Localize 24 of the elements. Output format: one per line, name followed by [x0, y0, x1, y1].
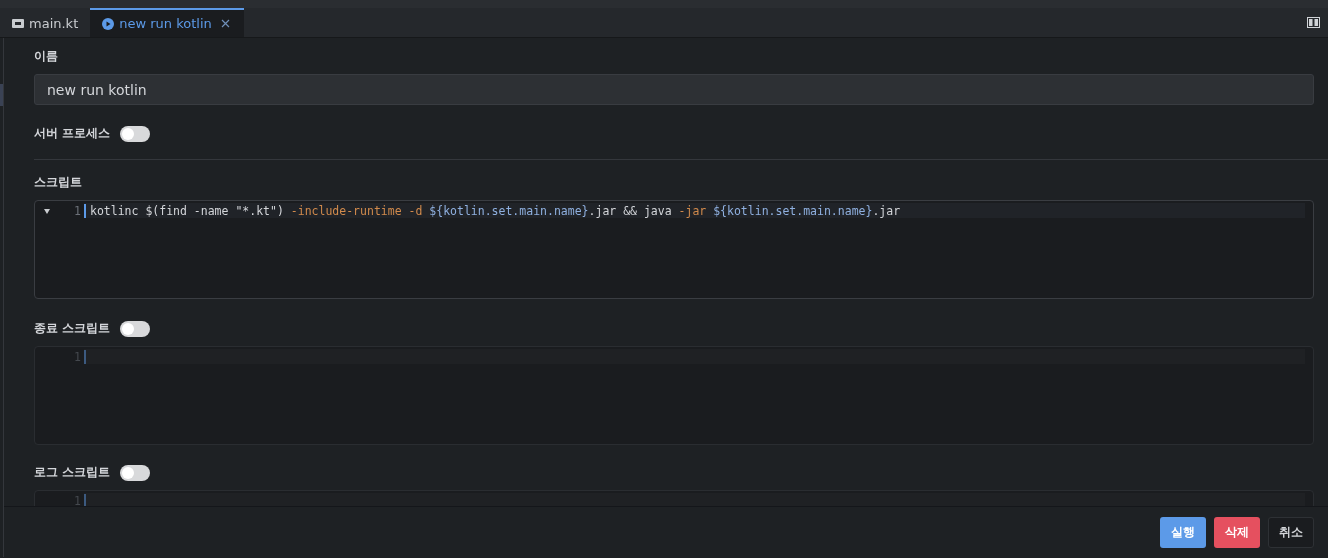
field-label: 로그 스크립트	[34, 464, 111, 481]
action-button[interactable]: 삭제	[1214, 516, 1260, 548]
action-button[interactable]: 취소	[1268, 516, 1314, 548]
toggle-switch[interactable]	[120, 320, 151, 337]
field-label: 스크립트	[34, 174, 83, 191]
text-cursor	[84, 203, 86, 218]
field-label: 이름	[34, 48, 59, 65]
split-view-icon[interactable]	[1307, 17, 1320, 28]
text-cursor	[84, 349, 86, 364]
toggle-switch[interactable]	[120, 464, 151, 481]
code-editor[interactable]: 1 kotlinc $(find -name "*.kt") -include-runtime -d ${kotlin.set.main.name}.jar && java -jar ${kotlin.set.main.name}.jar	[34, 200, 1314, 299]
close-icon[interactable]	[220, 19, 230, 28]
tab[interactable]: new run kotlin	[90, 8, 244, 37]
field-label: 서버 프로세스	[34, 125, 111, 142]
name-field[interactable]: new run kotlin	[34, 74, 1314, 105]
tab[interactable]: main.kt	[0, 8, 91, 37]
fold-icon[interactable]	[44, 208, 50, 214]
text-cursor	[84, 493, 86, 506]
code-line: kotlinc $(find -name "*.kt") -include-runtime -d ${kotlin.set.main.name}.jar && java -jar ${kotlin.set.main.name}.jar	[90, 203, 901, 218]
play-icon	[102, 17, 115, 30]
toggle-switch[interactable]	[120, 125, 151, 142]
file-icon	[12, 19, 24, 28]
line-number: 1	[73, 203, 82, 218]
field-label: 종료 스크립트	[34, 320, 111, 337]
